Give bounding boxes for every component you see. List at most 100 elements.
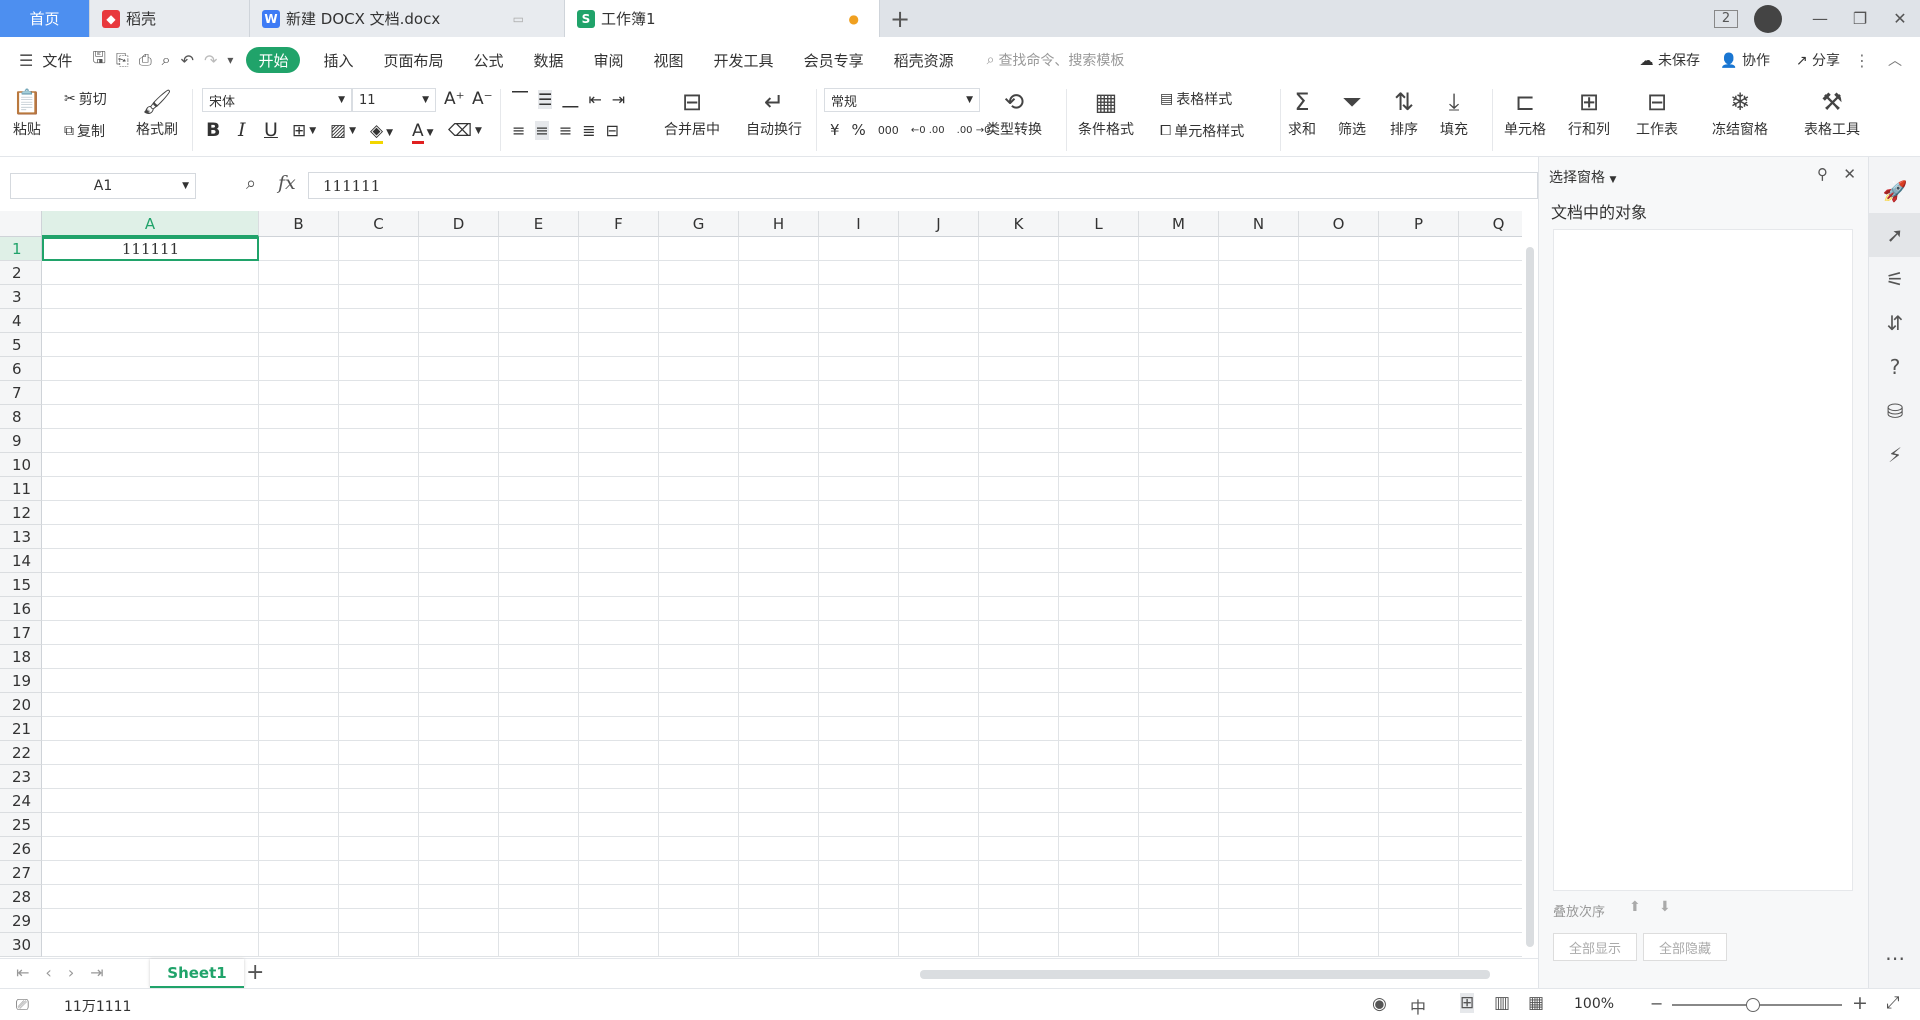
row-header-8[interactable]: 8 [0,405,42,429]
collab-button[interactable]: 👤 协作 [1720,50,1770,70]
indent-decrease-icon[interactable]: ⇤ [588,90,601,109]
formula-input[interactable]: 111111 [308,172,1538,199]
merge-center-button[interactable]: ⊟ 合并居中 [664,85,720,139]
collapse-ribbon-icon[interactable]: ︿ [1888,50,1902,70]
menu-review[interactable]: 审阅 [579,37,639,83]
column-header-k[interactable]: K [979,211,1059,237]
underline-button[interactable]: U [264,119,278,141]
prev-sheet-icon[interactable]: ‹ [45,963,51,982]
name-box[interactable]: A1 ▼ [10,173,196,199]
row-header-21[interactable]: 21 [0,717,42,741]
column-header-o[interactable]: O [1299,211,1379,237]
filter-button[interactable]: ⏷ 筛选 [1338,85,1366,139]
font-shrink-button[interactable]: A⁻ [472,89,493,109]
row-header-11[interactable]: 11 [0,477,42,501]
tab-docx[interactable]: W 新建 DOCX 文档.docx ▭ [250,0,565,37]
row-header-10[interactable]: 10 [0,453,42,477]
font-name-select[interactable]: 宋体 ▼ [202,88,352,112]
cut-button[interactable]: ✂ 剪切 [64,89,107,109]
row-header-16[interactable]: 16 [0,597,42,621]
row-header-9[interactable]: 9 [0,429,42,453]
row-header-23[interactable]: 23 [0,765,42,789]
fill-pattern-button[interactable]: ▨ ▼ [330,121,356,141]
format-painter-button[interactable]: 🖌 格式刷 [136,85,178,139]
add-sheet-button[interactable]: + [246,960,264,985]
menu-file[interactable]: 文件 [38,37,87,83]
zoom-search-icon[interactable]: ⌕ [246,173,256,194]
column-header-b[interactable]: B [259,211,339,237]
bring-forward-icon[interactable]: ⬆ [1629,899,1641,915]
column-header-d[interactable]: D [419,211,499,237]
align-center-icon[interactable]: ≡ [535,121,549,140]
eye-icon[interactable]: ◉ [1372,994,1387,1014]
backup-icon[interactable]: ⛁ [1869,389,1920,433]
undo-icon[interactable]: ↶ [176,51,199,70]
export-icon[interactable]: ⎘ [111,50,134,70]
cursor-select-icon[interactable]: ➚ [1869,213,1920,257]
auto-wrap-button[interactable]: ↵ 自动换行 [746,85,802,139]
menu-page-layout[interactable]: 页面布局 [368,37,458,83]
row-header-6[interactable]: 6 [0,357,42,381]
close-icon[interactable]: ✕ [1880,9,1920,28]
menu-home[interactable]: 开始 [246,47,301,73]
row-header-13[interactable]: 13 [0,525,42,549]
unsaved-button[interactable]: ☁ 未保存 [1640,50,1700,70]
italic-button[interactable]: I [238,119,246,141]
indent-increase-icon[interactable]: ⇥ [612,90,625,109]
row-header-17[interactable]: 17 [0,621,42,645]
new-tab-button[interactable]: + [880,0,920,37]
row-header-28[interactable]: 28 [0,885,42,909]
menu-daoke-resources[interactable]: 稻壳资源 [879,37,969,83]
font-grow-button[interactable]: A⁺ [444,89,465,109]
column-header-n[interactable]: N [1219,211,1299,237]
selection-pane-title[interactable]: 选择窗格 ▼ [1549,167,1616,187]
column-header-c[interactable]: C [339,211,419,237]
row-header-5[interactable]: 5 [0,333,42,357]
fx-button[interactable]: fx [278,172,296,194]
thousand-button[interactable]: 000 [878,124,899,137]
row-header-7[interactable]: 7 [0,381,42,405]
more-menu-icon[interactable]: ⋮ [1854,51,1870,70]
send-backward-icon[interactable]: ⬇ [1659,899,1671,915]
column-header-e[interactable]: E [499,211,579,237]
justify-icon[interactable]: ≣ [582,121,595,140]
minimize-icon[interactable]: — [1800,9,1840,28]
row-header-19[interactable]: 19 [0,669,42,693]
more-tools-icon[interactable]: ⋯ [1869,936,1920,980]
show-all-button[interactable]: 全部显示 [1553,933,1637,961]
clear-button[interactable]: ⌫ ▼ [448,121,482,141]
restore-icon[interactable]: ❐ [1840,9,1880,28]
bold-button[interactable]: B [206,119,220,141]
help-icon[interactable]: ? [1869,345,1920,389]
type-convert-button[interactable]: ⟲ 类型转换 [986,85,1042,139]
column-header-l[interactable]: L [1059,211,1139,237]
currency-button[interactable]: ¥ [830,121,840,139]
row-header-3[interactable]: 3 [0,285,42,309]
share-button[interactable]: ↗ 分享 [1796,50,1840,70]
copy-button[interactable]: ⧉ 复制 [64,121,105,141]
column-header-g[interactable]: G [659,211,739,237]
print-icon[interactable]: ⎙ [134,50,157,70]
border-button[interactable]: ⊞ ▼ [292,121,316,141]
row-header-1[interactable]: 1 [0,237,42,261]
menu-developer[interactable]: 开发工具 [699,37,789,83]
hamburger-icon[interactable]: ☰ [14,51,38,70]
distribute-icon[interactable]: ⊟ [606,121,619,140]
menu-data[interactable]: 数据 [519,37,579,83]
close-pane-icon[interactable]: ✕ [1843,165,1856,183]
status-mode-icon[interactable]: ⎚ [16,995,29,1015]
sheet-tab[interactable]: Sheet1 [150,959,244,988]
align-left-icon[interactable]: ≡ [512,121,525,140]
normal-view-icon[interactable]: ⊞ [1460,993,1475,1013]
save-icon[interactable]: 🖫 [87,47,111,74]
lightning-icon[interactable]: ⚡ [1869,433,1920,477]
column-header-h[interactable]: H [739,211,819,237]
page-layout-view-icon[interactable]: ▥ [1494,993,1510,1013]
tab-home[interactable]: 首页 [0,0,90,37]
cond-format-button[interactable]: ▦ 条件格式 [1078,85,1134,139]
align-right-icon[interactable]: ≡ [559,121,572,140]
row-header-27[interactable]: 27 [0,861,42,885]
table-tools-button[interactable]: ⚒ 表格工具 [1804,85,1860,139]
row-header-22[interactable]: 22 [0,741,42,765]
align-top-icon[interactable]: ⎺ [512,89,528,109]
